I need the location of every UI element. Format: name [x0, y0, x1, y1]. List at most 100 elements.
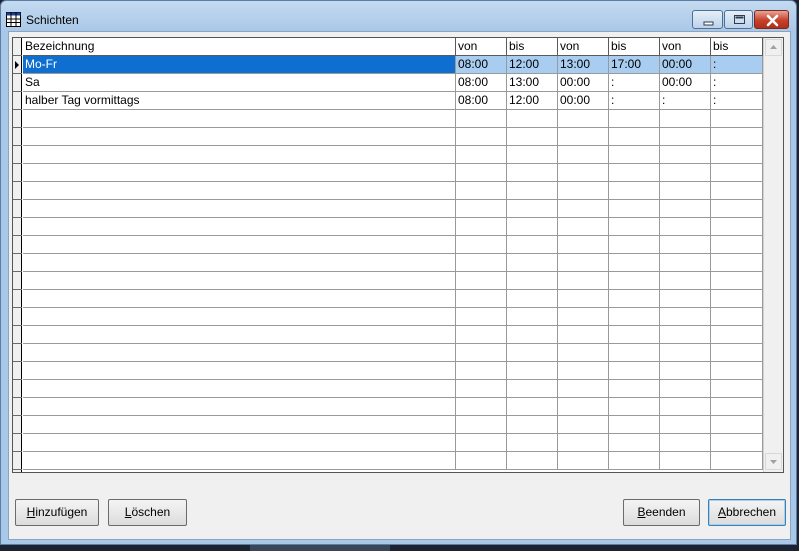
- grid-cell[interactable]: [23, 290, 456, 307]
- empty-row[interactable]: [23, 326, 763, 344]
- empty-row[interactable]: [23, 110, 763, 128]
- finish-button[interactable]: Beenden: [623, 499, 700, 526]
- grid-cell[interactable]: [558, 272, 609, 289]
- grid-cell[interactable]: [507, 308, 558, 325]
- row-indicator[interactable]: [13, 254, 22, 272]
- grid-cell[interactable]: [456, 218, 507, 235]
- grid-cell[interactable]: [507, 164, 558, 181]
- grid-cell[interactable]: [456, 128, 507, 145]
- grid-cell[interactable]: [660, 218, 711, 235]
- grid-cell[interactable]: [456, 182, 507, 199]
- grid-cell[interactable]: [456, 398, 507, 415]
- grid-cell[interactable]: [558, 380, 609, 397]
- grid-cell[interactable]: [456, 290, 507, 307]
- grid-cell[interactable]: [456, 452, 507, 469]
- row-indicator[interactable]: [13, 452, 22, 470]
- grid-cell[interactable]: 00:00: [660, 56, 711, 73]
- grid-cell[interactable]: [456, 344, 507, 361]
- row-indicator[interactable]: [13, 398, 22, 416]
- grid-cell[interactable]: [660, 182, 711, 199]
- grid-cell[interactable]: [660, 254, 711, 271]
- empty-row[interactable]: [23, 380, 763, 398]
- row-indicator[interactable]: [13, 380, 22, 398]
- grid-cell[interactable]: [609, 200, 660, 217]
- grid-cell[interactable]: [507, 344, 558, 361]
- table-row[interactable]: Mo-Fr 08:00 12:00 13:00 17:00 00:00:: [23, 56, 763, 74]
- grid-cell[interactable]: :: [609, 74, 660, 91]
- row-indicator[interactable]: [13, 200, 22, 218]
- grid-cell[interactable]: [23, 254, 456, 271]
- empty-row[interactable]: [23, 344, 763, 362]
- grid-cell[interactable]: [711, 380, 763, 397]
- grid-cell[interactable]: [558, 254, 609, 271]
- grid-cell[interactable]: [609, 128, 660, 145]
- grid-cell[interactable]: Mo-Fr: [23, 56, 456, 73]
- grid-cell[interactable]: [558, 164, 609, 181]
- row-indicator[interactable]: [13, 110, 22, 128]
- grid-cell[interactable]: [660, 326, 711, 343]
- grid-cell[interactable]: [456, 146, 507, 163]
- grid-cell[interactable]: [23, 326, 456, 343]
- empty-row[interactable]: [23, 416, 763, 434]
- grid-cell[interactable]: [711, 200, 763, 217]
- grid-cell[interactable]: [558, 326, 609, 343]
- grid-cell[interactable]: [456, 272, 507, 289]
- row-indicator[interactable]: [13, 326, 22, 344]
- grid-cell[interactable]: [507, 146, 558, 163]
- grid-cell[interactable]: [507, 434, 558, 451]
- grid-cell[interactable]: [660, 128, 711, 145]
- grid-cell[interactable]: [609, 416, 660, 433]
- grid-cell[interactable]: [456, 200, 507, 217]
- shift-grid[interactable]: Bezeichnung von bis von bis von bis Mo-Fr 08:00 1…: [12, 37, 784, 473]
- grid-cell[interactable]: [660, 110, 711, 127]
- grid-cell[interactable]: [507, 362, 558, 379]
- grid-cell[interactable]: [23, 380, 456, 397]
- empty-row[interactable]: [23, 398, 763, 416]
- grid-cell[interactable]: [558, 200, 609, 217]
- grid-cell[interactable]: [507, 236, 558, 253]
- grid-cell[interactable]: [23, 164, 456, 181]
- grid-cell[interactable]: [507, 452, 558, 469]
- grid-cell[interactable]: [23, 308, 456, 325]
- grid-cell[interactable]: [456, 380, 507, 397]
- grid-cell[interactable]: [507, 128, 558, 145]
- grid-cell[interactable]: [23, 236, 456, 253]
- grid-cell[interactable]: 12:00: [507, 92, 558, 109]
- grid-cell[interactable]: [660, 344, 711, 361]
- grid-cell[interactable]: [558, 290, 609, 307]
- row-indicator[interactable]: [13, 38, 22, 56]
- grid-cell[interactable]: [558, 128, 609, 145]
- add-button[interactable]: Hinzufügen: [15, 499, 99, 526]
- grid-cell[interactable]: [23, 362, 456, 379]
- row-indicator[interactable]: [13, 182, 22, 200]
- grid-cell[interactable]: [23, 182, 456, 199]
- grid-cell[interactable]: 08:00: [456, 92, 507, 109]
- grid-cell[interactable]: [711, 272, 763, 289]
- empty-row[interactable]: [23, 362, 763, 380]
- grid-cell[interactable]: 00:00: [558, 92, 609, 109]
- column-header[interactable]: von: [558, 38, 609, 55]
- minimize-button[interactable]: [692, 10, 723, 29]
- grid-cell[interactable]: [23, 110, 456, 127]
- grid-cell[interactable]: [456, 434, 507, 451]
- empty-row[interactable]: [23, 434, 763, 452]
- grid-cell[interactable]: [711, 308, 763, 325]
- row-indicator[interactable]: [13, 74, 22, 92]
- empty-row[interactable]: [23, 182, 763, 200]
- grid-cell[interactable]: [609, 236, 660, 253]
- grid-cell[interactable]: [711, 182, 763, 199]
- grid-cell[interactable]: [609, 164, 660, 181]
- grid-cell[interactable]: [660, 236, 711, 253]
- grid-cell[interactable]: [23, 200, 456, 217]
- grid-cell[interactable]: [711, 452, 763, 469]
- grid-cell[interactable]: [711, 254, 763, 271]
- column-header[interactable]: von: [456, 38, 507, 55]
- grid-cell[interactable]: :: [711, 92, 763, 109]
- empty-row[interactable]: [23, 290, 763, 308]
- grid-cell[interactable]: [23, 128, 456, 145]
- empty-row[interactable]: [23, 164, 763, 182]
- grid-cell[interactable]: halber Tag vormittags: [23, 92, 456, 109]
- empty-row[interactable]: [23, 308, 763, 326]
- grid-cell[interactable]: [660, 452, 711, 469]
- grid-cell[interactable]: [23, 398, 456, 415]
